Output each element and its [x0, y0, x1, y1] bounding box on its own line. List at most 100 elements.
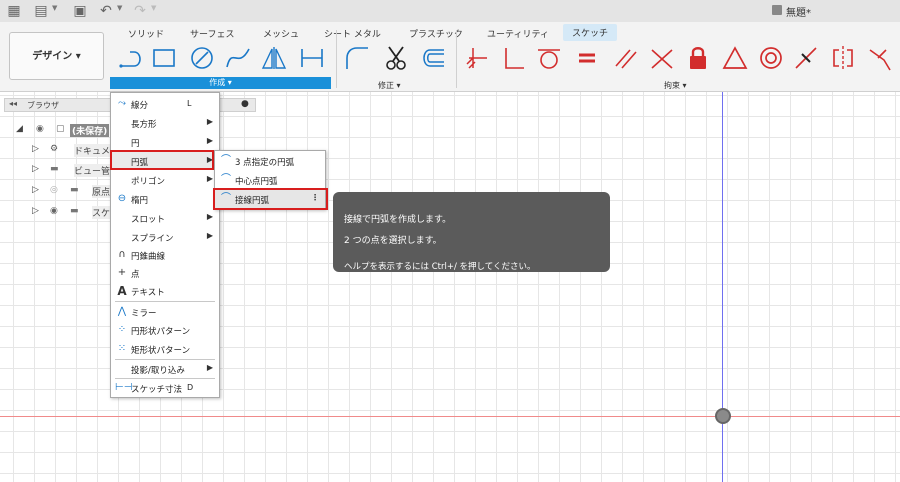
line-icon: ⤳ [118, 98, 126, 109]
menu-item-spline[interactable]: スプライン ▶ [111, 228, 219, 246]
file-icon[interactable]: ▤ [33, 3, 49, 19]
undo-icon[interactable]: ↶ [98, 3, 114, 19]
expand-icon[interactable]: ▷ [32, 206, 39, 216]
gear-icon: ⚙ [50, 144, 59, 154]
collinear-constraint-icon[interactable] [648, 44, 676, 72]
create-dropdown-menu: ⤳ 線分 L 長方形 ▶ 円 ▶ 円弧 ▶ ポリゴン ▶ ⊖ 楕円 スロット ▶ スプライン ▶ … [110, 92, 220, 398]
document-title: 無題* [786, 8, 811, 19]
tangent-constraint-icon[interactable] [535, 44, 563, 72]
menu-item-center-point-arc[interactable]: ⌒ 中心点円弧 [215, 171, 325, 189]
fix-constraint-icon[interactable] [866, 44, 894, 72]
menu-item-circle[interactable]: 円 ▶ [111, 133, 219, 151]
circular-pattern-icon: ⁘ [117, 324, 127, 335]
menu-item-project-include[interactable]: 投影/取り込み ▶ [111, 360, 219, 378]
browser-item-label: (未保存) [70, 124, 110, 137]
tab-solid[interactable]: ソリッド [128, 27, 164, 40]
collapse-icon[interactable]: ◂◂ [9, 99, 17, 108]
three-point-arc-icon: ⌒ [221, 155, 231, 166]
menu-item-slot[interactable]: スロット ▶ [111, 209, 219, 227]
origin-point[interactable] [715, 408, 731, 424]
tooltip-line-2: 2 つの点を選択します。 [344, 236, 442, 246]
menu-item-rectangle[interactable]: 長方形 ▶ [111, 114, 219, 132]
tab-surface[interactable]: サーフェス [190, 27, 234, 40]
x-axis-line [0, 416, 900, 417]
menu-item-sketch-dimension[interactable]: ⊢⊣ スケッチ寸法 D [111, 379, 219, 397]
component-icon: ▢ [56, 124, 65, 134]
tooltip-line-3: ヘルプを表示するには Ctrl+/ を押してください。 [344, 262, 536, 272]
perpendicular-constraint-icon[interactable] [500, 44, 528, 72]
menu-item-circular-pattern[interactable]: ⁘ 円形状パターン [111, 321, 219, 339]
highlight-arc [110, 150, 214, 170]
expand-icon[interactable]: ◢ [16, 124, 23, 134]
conic-icon: ∩ [118, 249, 126, 260]
text-icon: A [117, 284, 127, 298]
folder-icon: ▬ [50, 164, 59, 174]
dimension-icon: ⊢⊣ [115, 382, 133, 393]
workspace-selector[interactable]: デザイン ▾ [9, 32, 104, 80]
eye-icon[interactable]: ◉ [50, 206, 58, 216]
triangle-constraint-icon[interactable] [721, 44, 749, 72]
symmetry-constraint-icon[interactable] [829, 44, 857, 72]
dimension-tool-icon[interactable] [298, 44, 326, 72]
chevron-down-icon[interactable]: ▼ [117, 4, 122, 12]
ellipse-icon: ⊖ [117, 193, 127, 204]
tooltip: 接線で円弧を作成します。 2 つの点を選択します。 ヘルプを表示するには Ctr… [333, 192, 610, 272]
rectangle-tool-icon[interactable] [150, 44, 178, 72]
line-tool-icon[interactable] [118, 44, 146, 72]
modify-menu-button[interactable]: 修正 ▾ [378, 80, 401, 91]
constraints-menu-button[interactable]: 拘束 ▾ [664, 80, 687, 91]
folder-icon: ▬ [70, 185, 79, 195]
concentric-constraint-icon[interactable] [757, 44, 785, 72]
spline-tool-icon[interactable] [224, 44, 252, 72]
menu-item-polygon[interactable]: ポリゴン ▶ [111, 171, 219, 189]
create-menu-button[interactable]: 作成 ▾ [110, 77, 331, 89]
fillet-tool-icon[interactable] [343, 44, 371, 72]
chevron-down-icon[interactable]: ▼ [52, 4, 57, 12]
redo-icon[interactable]: ↷ [132, 3, 148, 19]
browser-item-label: 原点 [92, 185, 111, 198]
center-point-arc-icon: ⌒ [221, 174, 231, 185]
equal-constraint-icon[interactable] [573, 44, 601, 72]
mirror-tool-icon[interactable] [260, 44, 288, 72]
offset-tool-icon[interactable] [418, 44, 446, 72]
menu-divider [115, 301, 215, 302]
menu-item-three-point-arc[interactable]: ⌒ 3 点指定の円弧 [215, 152, 325, 170]
trim-tool-icon[interactable] [382, 44, 410, 72]
circle-tool-icon[interactable] [188, 44, 216, 72]
eye-icon[interactable]: ◉ [36, 124, 44, 134]
expand-icon[interactable]: ▷ [32, 164, 39, 174]
chevron-down-icon[interactable]: ▼ [151, 4, 156, 12]
menu-item-mirror[interactable]: ⋀ ミラー [111, 303, 219, 321]
menu-item-rectangular-pattern[interactable]: ⁙ 矩形状パターン [111, 340, 219, 358]
menu-item-conic[interactable]: ∩ 円錐曲線 [111, 246, 219, 264]
parallel-constraint-icon[interactable] [612, 44, 640, 72]
tab-mesh[interactable]: メッシュ [263, 27, 299, 40]
lock-icon[interactable] [684, 44, 712, 72]
midpoint-constraint-icon[interactable] [792, 44, 820, 72]
eye-hidden-icon[interactable]: ◎ [50, 185, 58, 195]
tab-sheet-metal[interactable]: シート メタル [324, 27, 381, 40]
highlight-tangent-arc [213, 188, 328, 210]
menu-item-ellipse[interactable]: ⊖ 楕円 [111, 190, 219, 208]
document-cube-icon [772, 5, 782, 15]
coincident-constraint-icon[interactable] [463, 44, 491, 72]
tab-utility[interactable]: ユーティリティ [487, 27, 549, 40]
browser-title: ブラウザ [27, 101, 59, 110]
pin-icon[interactable]: ● [241, 99, 249, 109]
tab-sketch[interactable]: スケッチ [563, 24, 618, 41]
divider [336, 30, 337, 88]
tooltip-line-1: 接線で円弧を作成します。 [344, 215, 452, 225]
folder-icon: ▬ [70, 206, 79, 216]
menu-item-text[interactable]: A テキスト [111, 282, 219, 300]
tab-plastic[interactable]: プラスチック [409, 27, 463, 40]
menu-item-point[interactable]: + 点 [111, 264, 219, 282]
expand-icon[interactable]: ▷ [32, 185, 39, 195]
expand-icon[interactable]: ▷ [32, 144, 39, 154]
rectangular-pattern-icon: ⁙ [117, 343, 127, 354]
menu-item-line[interactable]: ⤳ 線分 L [111, 95, 219, 113]
grid-menu-icon[interactable]: ▦ [6, 3, 22, 19]
save-icon[interactable]: ▣ [72, 3, 88, 19]
browser-item-label: スケ [92, 206, 111, 219]
mirror-icon: ⋀ [117, 306, 127, 317]
divider [456, 30, 457, 88]
